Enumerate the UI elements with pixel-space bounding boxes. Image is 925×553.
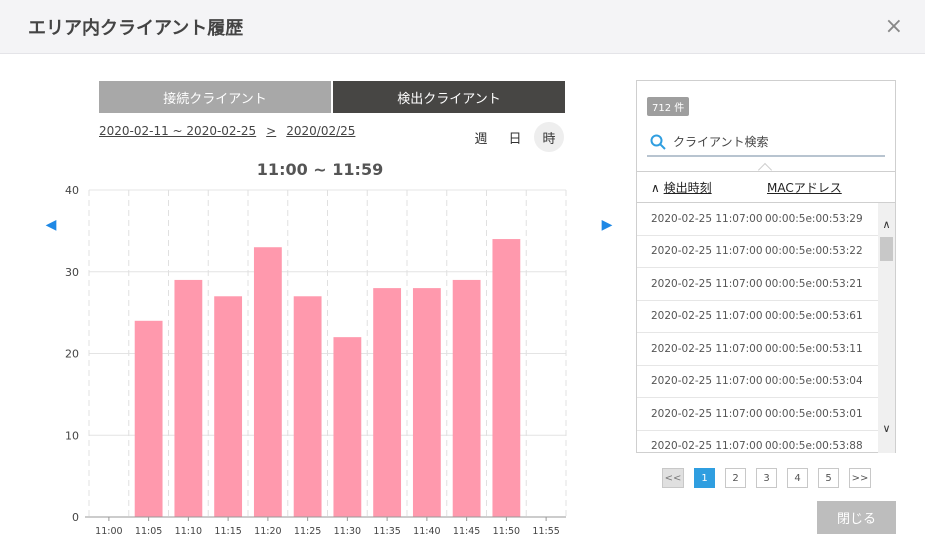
close-icon[interactable]: × [885,16,903,38]
bar [333,337,362,517]
bar [253,247,282,517]
bar [174,279,203,517]
x-tick-label: 11:45 [453,526,480,537]
page-5-button[interactable]: 5 [818,468,839,488]
granularity-selector: 週 日 時 [466,122,564,152]
x-tick-label: 11:20 [254,526,281,537]
x-tick-label: 11:25 [294,526,321,537]
row-detected-time: 2020-02-25 11:07:00 [651,342,763,355]
client-list: 2020-02-25 11:07:00 00:00:5e:00:53:29 2020… [637,203,878,453]
row-mac-address: 00:00:5e:00:53:29 [765,212,863,225]
x-tick-label: 11:00 [95,526,122,537]
page-next-button[interactable]: >> [849,468,871,488]
close-button[interactable]: 閉じる [817,501,896,534]
y-tick-label: 40 [65,184,79,197]
bar [293,296,322,517]
column-mac-address[interactable]: MACアドレス [767,179,842,196]
row-mac-address: 00:00:5e:00:53:61 [765,310,863,323]
row-mac-address: 00:00:5e:00:53:88 [765,440,863,453]
x-tick-label: 11:40 [413,526,440,537]
client-list-panel: 712 件 ∧ 検出時刻 MACアドレス 2020-02-25 11:07:00… [636,80,896,453]
x-tick-label: 11:50 [493,526,520,537]
granularity-week-button[interactable]: 週 [466,122,496,152]
date-range-link[interactable]: 2020-02-11 ~ 2020-02-25 [99,124,256,138]
sort-asc-icon: ∧ [651,180,660,195]
row-detected-time: 2020-02-25 11:07:00 [651,310,763,323]
bar [214,296,243,517]
row-detected-time: 2020-02-25 11:07:00 [651,440,763,453]
breadcrumb-separator: > [266,124,277,138]
row-mac-address: 00:00:5e:00:53:11 [765,342,863,355]
page-prev-button[interactable]: << [662,468,684,488]
client-list-scrollbar[interactable]: ∧ ∨ [878,203,895,453]
chart-title: 11:00 ~ 11:59 [256,160,384,179]
y-tick-label: 20 [65,348,79,361]
y-tick-label: 30 [65,266,79,279]
tab-detected-clients[interactable]: 検出クライアント [333,81,565,113]
bar [373,288,402,517]
row-detected-time: 2020-02-25 11:07:00 [651,375,763,388]
client-count-bar-chart: 0 10 20 30 40 11:00 11:05 11:10 11:15 11:20 11:25 1… [65,184,567,537]
column-detected-time-label: 検出時刻 [663,180,712,195]
client-list-row[interactable]: 2020-02-25 11:07:00 00:00:5e:00:53:04 [637,366,878,398]
client-list-row[interactable]: 2020-02-25 11:07:00 00:00:5e:00:53:61 [637,301,878,333]
row-detected-time: 2020-02-25 11:07:00 [651,277,763,290]
dialog-header: エリア内クライアント履歴 × [0,0,925,54]
row-mac-address: 00:00:5e:00:53:01 [765,407,863,420]
client-count-badge: 712 件 [647,97,690,116]
x-tick-label: 11:15 [214,526,241,537]
date-breadcrumb: 2020-02-11 ~ 2020-02-25 > 2020/02/25 [99,124,355,138]
client-type-tabs: 接続クライアント 検出クライアント [99,81,565,113]
column-detected-time[interactable]: ∧ 検出時刻 [651,179,767,196]
x-tick-label: 11:10 [175,526,202,537]
y-tick-label: 0 [72,511,79,524]
row-mac-address: 00:00:5e:00:53:04 [765,375,863,388]
scrollbar-thumb[interactable] [880,237,893,261]
page-3-button[interactable]: 3 [756,468,777,488]
bar [412,288,441,517]
scroll-up-icon[interactable]: ∧ [878,217,895,231]
x-tick-label: 11:35 [373,526,400,537]
x-tick-label: 11:30 [334,526,361,537]
dialog-title: エリア内クライアント履歴 [28,18,244,39]
client-list-row[interactable]: 2020-02-25 11:07:00 00:00:5e:00:53:01 [637,398,878,431]
date-link[interactable]: 2020/02/25 [286,124,355,138]
row-detected-time: 2020-02-25 11:07:00 [651,407,763,420]
search-icon [650,134,666,150]
client-search-input[interactable] [673,135,873,149]
row-mac-address: 00:00:5e:00:53:21 [765,277,863,290]
client-list-row[interactable]: 2020-02-25 11:07:00 00:00:5e:00:53:29 [637,203,878,236]
row-mac-address: 00:00:5e:00:53:22 [765,245,863,258]
x-tick-label: 11:05 [135,526,162,537]
bar [452,279,481,517]
scroll-down-icon[interactable]: ∨ [878,421,895,435]
granularity-hour-button[interactable]: 時 [534,122,564,152]
x-tick-label: 11:55 [532,526,559,537]
bar [492,239,521,518]
client-search-box [647,129,885,157]
client-list-row[interactable]: 2020-02-25 11:07:00 00:00:5e:00:53:22 [637,236,878,268]
row-detected-time: 2020-02-25 11:07:00 [651,212,763,225]
page-2-button[interactable]: 2 [725,468,746,488]
client-history-dialog: エリア内クライアント履歴 × 接続クライアント 検出クライアント 2020-02… [0,0,925,553]
page-4-button[interactable]: 4 [787,468,808,488]
client-list-row[interactable]: 2020-02-25 11:07:00 00:00:5e:00:53:11 [637,333,878,366]
bar [134,320,163,517]
page-1-button[interactable]: 1 [694,468,715,488]
client-list-header: ∧ 検出時刻 MACアドレス [637,171,895,203]
next-period-arrow-icon[interactable]: ▶ [596,214,618,236]
granularity-day-button[interactable]: 日 [500,122,530,152]
client-list-row[interactable]: 2020-02-25 11:07:00 00:00:5e:00:53:88 [637,431,878,454]
client-list-row[interactable]: 2020-02-25 11:07:00 00:00:5e:00:53:21 [637,268,878,301]
y-tick-label: 10 [65,429,79,442]
tab-connected-clients[interactable]: 接続クライアント [99,81,333,113]
row-detected-time: 2020-02-25 11:07:00 [651,245,763,258]
pagination: << 1 2 3 4 5 >> [662,468,871,488]
